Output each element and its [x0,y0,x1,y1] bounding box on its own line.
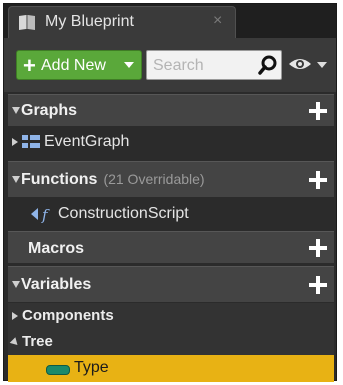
add-function-button[interactable] [308,170,328,190]
search-box [146,50,282,80]
functions-title: Functions [21,171,98,188]
svg-text:f: f [41,206,50,223]
tab-my-blueprint[interactable]: My Blueprint × [8,6,236,38]
category-label: Tree [22,333,53,350]
category-components[interactable]: Components [8,303,334,329]
collapse-arrow-icon [12,281,20,288]
function-icon: f [31,206,50,223]
search-icon[interactable] [258,55,278,75]
view-options-chevron-icon[interactable] [317,62,327,68]
list-item-event-graph[interactable]: EventGraph [8,127,334,157]
section-macros[interactable]: Macros [8,231,334,263]
collapse-arrow-icon [12,176,20,183]
functions-subtitle: (21 Overridable) [103,171,205,187]
book-icon [19,15,35,30]
eye-icon[interactable] [288,56,312,72]
section-functions[interactable]: Functions (21 Overridable) [8,161,334,197]
search-input[interactable] [151,55,255,77]
list-item-construction-script[interactable]: f ConstructionScript [8,198,334,230]
item-label: ConstructionScript [58,205,189,222]
item-label: EventGraph [44,133,130,150]
chevron-down-icon [124,62,134,68]
graph-icon [22,135,40,148]
add-macro-button[interactable] [308,238,328,258]
section-title: Functions (21 Overridable) [21,171,205,189]
toolbar: + Add New [4,38,336,92]
collapse-arrow-icon [12,107,20,114]
section-title: Graphs [21,102,78,119]
section-variables[interactable]: Variables [8,266,334,302]
expand-arrow-icon [12,138,18,146]
variable-item-type[interactable]: Type [8,355,334,382]
variable-type-pill-icon [46,365,70,375]
my-blueprint-panel: My Blueprint × + Add New Graphs [3,3,337,382]
section-title: Variables [21,276,92,293]
add-new-button[interactable]: + Add New [16,50,142,80]
expand-arrow-icon [12,312,18,320]
tab-bar: My Blueprint × [4,4,336,38]
item-label: Type [74,359,109,376]
section-title: Macros [28,240,85,257]
collapse-arrow-icon [9,337,21,348]
add-new-label: Add New [41,57,106,74]
section-graphs[interactable]: Graphs [8,94,334,126]
close-icon[interactable]: × [213,12,222,30]
add-variable-button[interactable] [308,275,328,295]
plus-icon: + [23,53,36,78]
add-graph-button[interactable] [308,101,328,121]
tab-title: My Blueprint [45,13,134,30]
category-tree[interactable]: Tree [8,329,334,355]
category-label: Components [22,307,114,324]
